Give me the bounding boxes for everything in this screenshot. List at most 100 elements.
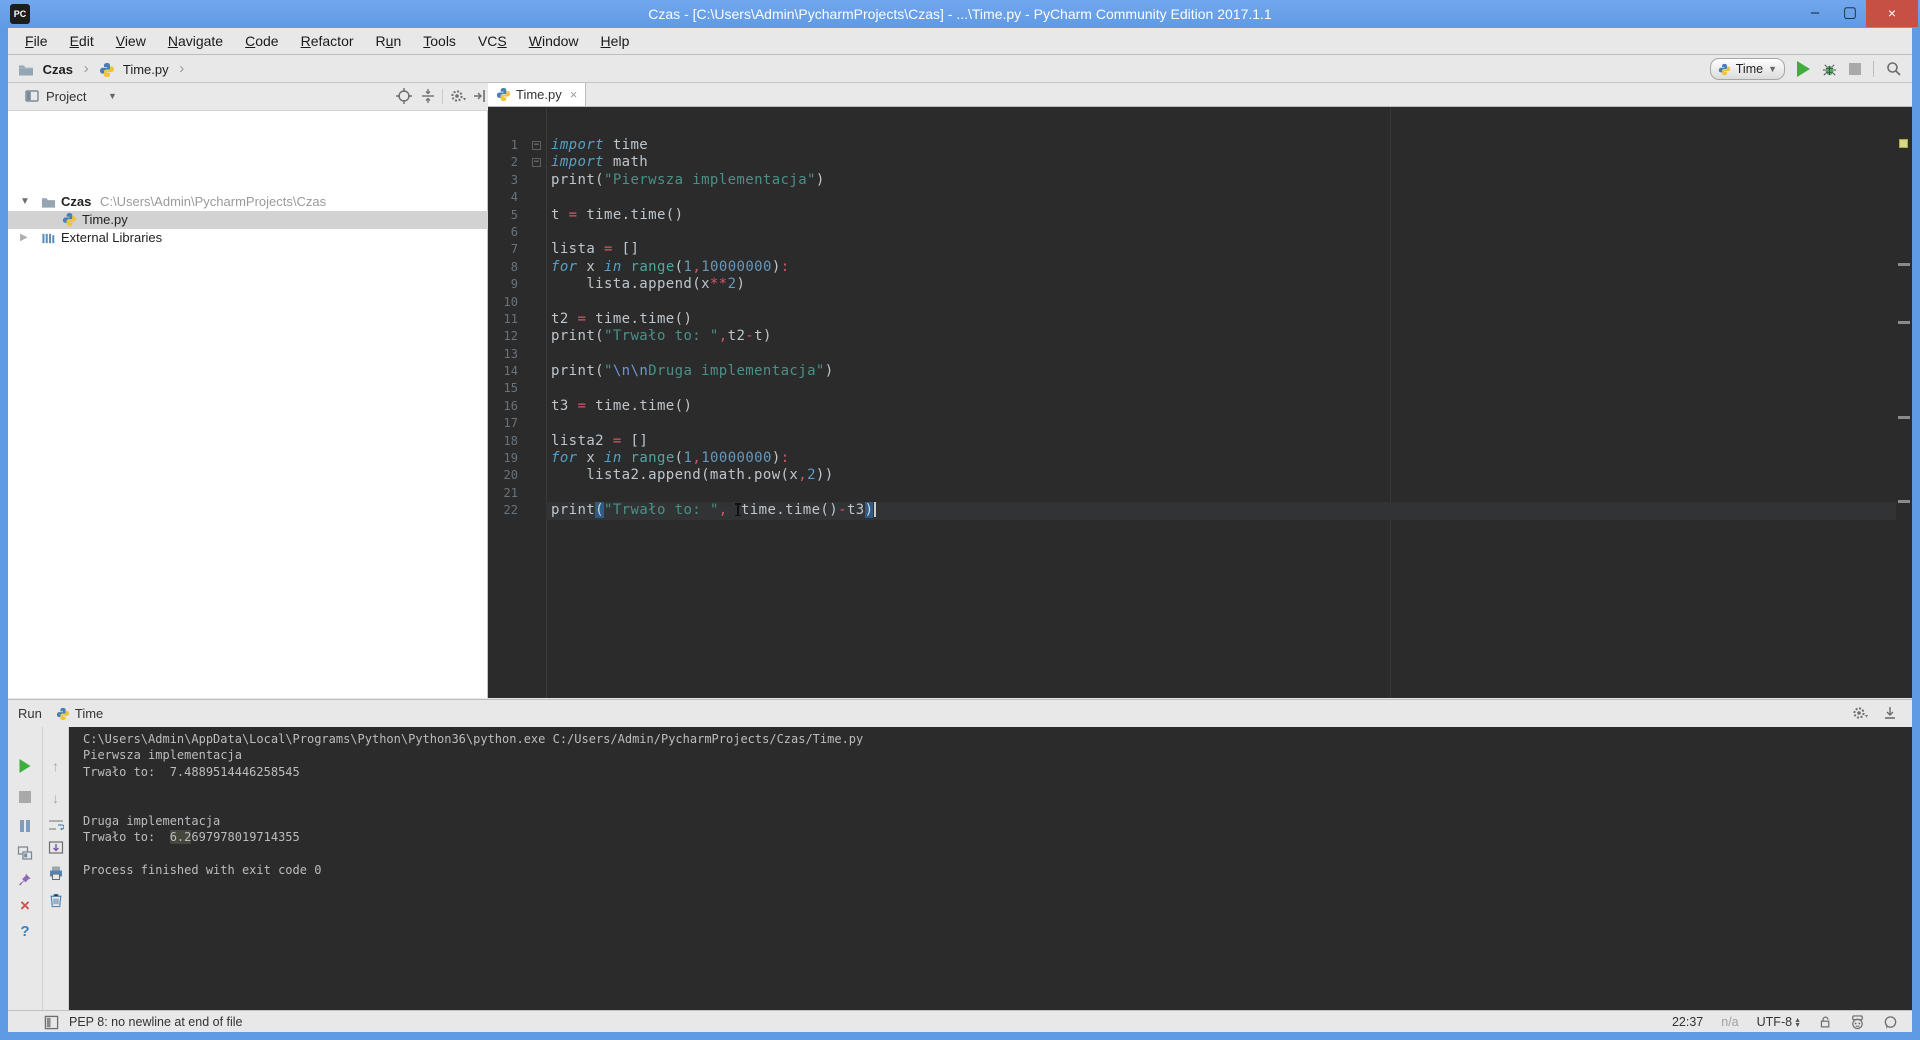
code-line-2[interactable]: 2−import math [488,154,1912,171]
search-everywhere-icon[interactable] [1886,61,1902,77]
code-text: print("Trwało to: ",t2-t) [546,328,1912,345]
fold-marker-icon[interactable]: − [532,141,541,150]
code-line-18[interactable]: 18lista2 = [] [488,433,1912,450]
code-line-22[interactable]: 22print("Trwało to: ", time.time()-t3) [488,502,1912,519]
stop-button[interactable] [19,791,31,806]
settings-gear-icon[interactable] [450,88,466,104]
line-number: 22 [488,502,546,519]
stripe-mark[interactable] [1898,263,1910,266]
code-line-10[interactable]: 10 [488,294,1912,311]
status-message[interactable]: PEP 8: no newline at end of file [69,1015,243,1029]
close-icon[interactable]: × [570,87,578,102]
menu-refactor[interactable]: Refactor [290,28,365,55]
code-line-15[interactable]: 15 [488,380,1912,397]
tab-time-py[interactable]: Time.py × [488,83,586,106]
minimize-button[interactable]: – [1798,0,1832,27]
code-line-21[interactable]: 21 [488,485,1912,502]
window-frame-right [1912,28,1920,1040]
menu-edit[interactable]: Edit [59,28,105,55]
debug-button[interactable] [1822,62,1837,77]
toolwindow-toggle-icon[interactable] [44,1015,59,1030]
close-button[interactable]: × [1866,0,1918,27]
hector-inspections-icon[interactable] [1850,1015,1865,1030]
down-stack-trace-button[interactable]: ↓ [52,791,59,805]
scroll-to-end-button[interactable] [48,840,64,859]
code-line-20[interactable]: 20 lista2.append(math.pow(x,2)) [488,467,1912,484]
menu-code[interactable]: Code [234,28,289,55]
pin-tab-button[interactable] [18,872,33,890]
code-line-13[interactable]: 13 [488,346,1912,363]
dock-pin-icon[interactable] [472,88,488,104]
print-button[interactable] [48,865,64,884]
run-console-tab[interactable]: Time [50,704,109,723]
close-button[interactable]: × [20,899,30,913]
menu-file[interactable]: File [14,28,59,55]
project-tool-icon [24,88,40,104]
title-bar[interactable]: PC Czas - [C:\Users\Admin\PycharmProject… [0,0,1920,28]
maximize-button[interactable]: ▢ [1834,0,1866,27]
chevron-down-icon[interactable]: ▼ [108,83,117,110]
code-line-16[interactable]: 16t3 = time.time() [488,398,1912,415]
code-editor[interactable]: 1−import time2−import math3print("Pierws… [488,107,1912,698]
rerun-button[interactable] [20,759,31,776]
locate-icon[interactable] [396,88,412,104]
hide-panel-icon[interactable] [1882,705,1898,721]
restore-layout-button[interactable] [17,845,33,864]
settings-gear-icon[interactable] [1852,705,1868,721]
line-separator-indicator[interactable]: n/a [1721,1015,1738,1029]
caret-position[interactable]: 22:37 [1672,1015,1703,1029]
stripe-mark[interactable] [1898,500,1910,503]
tree-row-file-selected[interactable]: Time.py [8,211,488,229]
inspection-status-icon[interactable] [1899,139,1908,148]
code-line-6[interactable]: 6 [488,224,1912,241]
menu-view[interactable]: View [105,28,157,55]
menu-tools[interactable]: Tools [412,28,467,55]
code-line-14[interactable]: 14print("\n\nDruga implementacja") [488,363,1912,380]
error-stripe[interactable] [1896,107,1912,698]
soft-wrap-button[interactable] [48,817,64,836]
run-console[interactable]: C:\Users\Admin\AppData\Local\Programs\Py… [69,727,1912,1010]
code-line-17[interactable]: 17 [488,415,1912,432]
stripe-mark[interactable] [1898,321,1910,324]
breadcrumb-project[interactable]: Czas [38,57,73,83]
code-line-12[interactable]: 12print("Trwało to: ",t2-t) [488,328,1912,345]
code-line-5[interactable]: 5t = time.time() [488,207,1912,224]
menu-help[interactable]: Help [590,28,641,55]
stop-button[interactable] [1849,63,1861,75]
encoding-indicator[interactable]: UTF-8▲▼ [1757,1015,1801,1029]
code-line-8[interactable]: 8for x in range(1,10000000): [488,259,1912,276]
project-panel-header[interactable]: Project ▼ [8,83,488,111]
code-line-19[interactable]: 19for x in range(1,10000000): [488,450,1912,467]
code-line-11[interactable]: 11t2 = time.time() [488,311,1912,328]
tree-row-project-root[interactable]: ▼ Czas C:\Users\Admin\PycharmProjects\Cz… [8,193,488,211]
run-panel-body: × ? ↑ ↓ C:\Users\Admin\A [8,727,1912,1010]
stripe-mark[interactable] [1898,416,1910,419]
help-button[interactable]: ? [20,925,29,939]
pause-output-button[interactable] [20,820,30,835]
clear-all-button[interactable] [48,892,63,911]
expand-arrow-icon[interactable]: ▼ [20,193,30,211]
code-line-3[interactable]: 3print("Pierwsza implementacja") [488,172,1912,189]
fold-marker-icon[interactable]: − [532,158,541,167]
menu-navigate[interactable]: Navigate [157,28,234,55]
collapse-arrow-icon[interactable]: ▶ [20,229,28,247]
event-log-icon[interactable] [1883,1015,1898,1030]
collapse-all-icon[interactable] [420,88,436,104]
folder-icon [18,62,34,78]
run-config-button[interactable]: Time ▼ [1710,58,1785,80]
menu-run[interactable]: Run [365,28,413,55]
up-stack-trace-button[interactable]: ↑ [52,759,59,773]
code-line-7[interactable]: 7lista = [] [488,241,1912,258]
code-line-9[interactable]: 9 lista.append(x**2) [488,276,1912,293]
menu-window[interactable]: Window [518,28,590,55]
breadcrumb-file[interactable]: Time.py [119,57,169,83]
code-line-1[interactable]: 1−import time [488,137,1912,154]
line-number: 19 [488,450,546,467]
menu-vcs[interactable]: VCS [467,28,518,55]
run-button[interactable] [1797,61,1810,77]
lock-icon[interactable] [1819,1015,1832,1029]
line-number: 20 [488,467,546,484]
code-text: print("\n\nDruga implementacja") [546,363,1912,380]
tree-row-external-libraries[interactable]: ▶ External Libraries [8,229,488,247]
code-line-4[interactable]: 4 [488,189,1912,206]
